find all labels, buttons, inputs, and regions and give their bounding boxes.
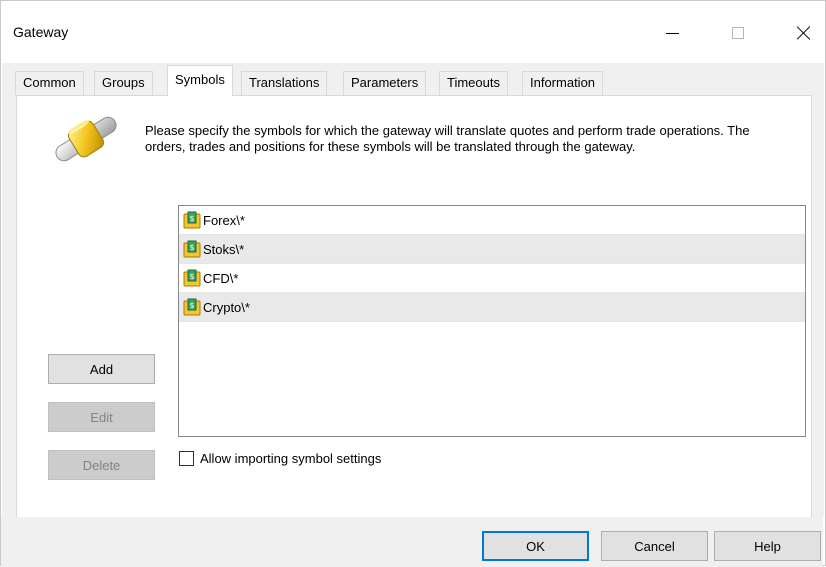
tab-information[interactable]: Information [522,71,604,95]
tab-timeouts[interactable]: Timeouts [439,71,508,95]
minimize-icon [665,32,679,34]
list-item[interactable]: $ Crypto\* [179,293,805,322]
list-item-label: Forex\* [203,212,245,228]
edit-button[interactable]: Edit [48,402,155,432]
list-item[interactable]: $ CFD\* [179,264,805,293]
symbol-folder-icon: $ [183,269,201,287]
ok-button[interactable]: OK [482,531,589,561]
list-item-label: CFD\* [203,270,239,286]
tab-parameters[interactable]: Parameters [343,71,427,95]
list-item-label: Stoks\* [203,241,245,257]
list-item[interactable]: $ Stoks\* [179,235,805,264]
description-text: Please specify the symbols for which the… [145,123,750,154]
list-item[interactable]: $ Forex\* [179,206,805,235]
tab-symbols[interactable]: Symbols [167,65,233,96]
delete-button[interactable]: Delete [48,450,155,480]
svg-text:$: $ [189,301,194,310]
allow-import-checkbox[interactable] [179,451,194,466]
close-icon [797,26,811,40]
help-button[interactable]: Help [714,531,821,561]
close-button[interactable] [781,11,826,55]
symbol-folder-icon: $ [183,298,201,316]
tab-common[interactable]: Common [15,71,84,95]
maximize-icon [732,27,744,39]
list-item-label: Crypto\* [203,299,250,315]
svg-text:$: $ [189,214,194,223]
dialog-footer: OK Cancel Help [1,517,823,567]
minimize-button[interactable] [649,11,695,55]
symbol-folder-icon: $ [183,240,201,258]
gateway-dialog: Gateway Common Groups Symbols Translatio… [0,0,826,567]
window-title: Gateway [13,24,69,40]
allow-import-label: Allow importing symbol settings [200,451,382,466]
symbol-folder-icon: $ [183,211,201,229]
gateway-icon [55,116,117,162]
symbols-list[interactable]: $ Forex\* $ Stoks\* $ CFD\* $ Crypto\* [178,205,806,437]
cancel-button[interactable]: Cancel [601,531,708,561]
allow-import-option[interactable]: Allow importing symbol settings [179,451,381,466]
svg-text:$: $ [189,243,194,252]
tab-groups[interactable]: Groups [94,71,153,95]
svg-text:$: $ [189,272,194,281]
dialog-content: Common Groups Symbols Translations Param… [2,63,824,519]
symbols-tab-panel: Please specify the symbols for which the… [16,95,812,519]
tab-translations[interactable]: Translations [241,71,328,95]
add-button[interactable]: Add [48,354,155,384]
title-bar: Gateway [1,1,825,63]
maximize-button[interactable] [715,11,761,55]
